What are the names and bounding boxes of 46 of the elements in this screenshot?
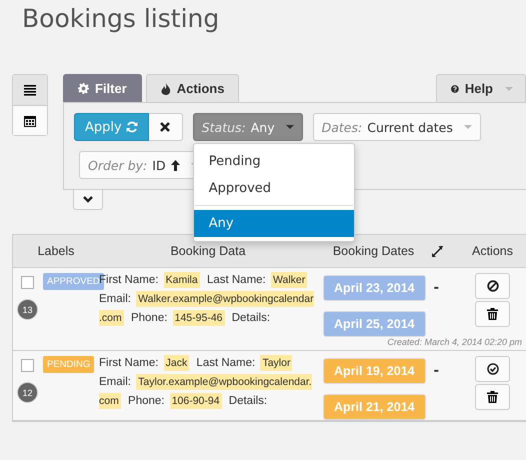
column-header: Booking Dates [332,244,414,258]
view-switch-button[interactable] [13,75,47,105]
refresh-icon [126,121,138,133]
reject-button[interactable] [475,273,510,299]
flame-icon [160,82,171,94]
id-badge: 12 [17,382,38,403]
column-header: Labels [38,244,74,258]
tab[interactable]: Actions [146,74,240,102]
list-icon [24,84,36,96]
date-separator: - [434,279,439,297]
date-badge: April 23, 2014 [323,275,426,301]
row-checkbox[interactable] [21,359,34,372]
ban-icon [486,280,498,292]
delete-button[interactable] [475,384,510,410]
row-checkbox[interactable] [21,276,34,289]
resize-icon [432,246,444,256]
check-circle-icon [486,363,498,375]
trash-icon [487,391,498,403]
booking-data: First Name: Kamila Last Name: Walker Email: Walker.example@wpbookingcalendar.com Phone: 145-95-46 Details: [99,271,315,328]
date-separator: - [434,362,439,380]
arrow-up-icon [170,160,180,170]
date-badge: April 19, 2014 [323,358,426,384]
expand-button[interactable] [73,190,103,210]
column-header: Actions [472,244,513,258]
booking-data: First Name: Jack Last Name: Taylor Email: Taylor.example@wpbookingcalendar.com Phone: 106-90-94 Details: [99,354,313,411]
approve-button[interactable] [475,356,510,382]
question-icon [451,82,459,94]
calendar-icon [24,114,36,126]
column-header: Booking Data [170,244,246,258]
chevron-down-icon [83,196,93,203]
date-badge: April 25, 2014 [323,311,426,337]
tab[interactable]: Filter [63,74,142,102]
help-dropdown[interactable]: Help [436,74,526,102]
date-badge: April 21, 2014 [323,394,426,420]
page-title: Bookings listing [21,3,220,35]
status-label: PENDING [43,356,94,373]
gear-icon [78,83,89,94]
clear-button[interactable] [148,113,183,141]
menu-item[interactable]: Any [194,210,354,237]
id-badge: 13 [17,299,38,320]
delete-button[interactable] [475,301,510,327]
view-switch-button[interactable] [13,105,47,135]
trash-icon [487,308,498,320]
close-icon [160,122,170,132]
dates-dropdown[interactable]: Dates: Current dates [312,113,481,141]
created-timestamp: Created: March 4, 2014 02:20 pm [386,337,523,349]
